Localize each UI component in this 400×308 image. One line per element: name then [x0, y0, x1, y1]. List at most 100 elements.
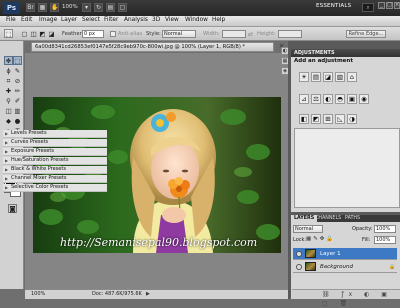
menu-select[interactable]: Select [82, 17, 100, 23]
layer-row-layer-1[interactable]: Layer 1 [293, 248, 397, 260]
refine-edge-button[interactable]: Refine Edge... [346, 30, 386, 38]
menu-window[interactable]: Window [185, 17, 208, 23]
threshold-icon[interactable]: ⊞ [323, 114, 333, 124]
swap-icon[interactable]: ⇄ [248, 31, 253, 38]
menu-layer[interactable]: Layer [61, 17, 77, 23]
clone-stamp-tool-icon[interactable]: ⚲ [4, 96, 13, 105]
watermark-text: http://Semanisepal90.blogspot.com [60, 236, 258, 249]
menu-3d[interactable]: 3D [152, 17, 160, 23]
quick-mask-icon[interactable]: ◙ [8, 204, 17, 213]
status-doc-size: Doc: 487.6K/975.6K [92, 291, 142, 297]
layer-name[interactable]: Layer 1 [320, 248, 341, 260]
workspace-switcher[interactable]: ESSENTIALS [316, 3, 351, 9]
opacity-label: Opacity: [352, 226, 373, 232]
posterize-icon[interactable]: ◩ [311, 114, 321, 124]
selective-color-2-icon[interactable]: ◑ [347, 114, 357, 124]
intersect-selection-icon[interactable]: ◪ [47, 29, 56, 38]
curves-icon[interactable]: ◪ [323, 72, 333, 82]
zoom-dropdown-icon[interactable]: ▾ [82, 3, 91, 12]
brush-tool-icon[interactable]: ✏ [13, 86, 22, 95]
hand-tool-icon[interactable]: ✋ [50, 3, 59, 12]
photo-filter-icon[interactable]: ◓ [335, 94, 345, 104]
screen-mode-icon[interactable]: ▢ [118, 3, 127, 12]
lock-icons[interactable]: ▦✎✥🔒 [306, 236, 335, 242]
channel-mixer-presets-item[interactable]: Channel Mixer Presets [3, 175, 107, 183]
quick-select-tool-icon[interactable]: ✎ [13, 66, 22, 75]
tab-paths[interactable]: PATHS [342, 215, 363, 222]
visibility-eye-icon[interactable] [296, 264, 302, 270]
layer-row-background[interactable]: Background 🔒 [293, 261, 397, 273]
exposure-presets-item[interactable]: Exposure Presets [3, 148, 107, 156]
menu-analysis[interactable]: Analysis [124, 17, 148, 23]
zoom-level[interactable]: 100% [62, 4, 78, 10]
menu-view[interactable]: View [165, 17, 179, 23]
history-brush-tool-icon[interactable]: ✐ [13, 96, 22, 105]
exposure-icon[interactable]: ▧ [335, 72, 345, 82]
lasso-tool-icon[interactable]: ϕ [4, 66, 13, 75]
crop-tool-icon[interactable]: ⌗ [4, 76, 13, 85]
move-tool-icon[interactable]: ✥ [4, 56, 13, 65]
black-white-icon[interactable]: ◐ [323, 94, 333, 104]
visibility-eye-icon[interactable] [296, 251, 302, 257]
black-white-presets-item[interactable]: Black & White Presets [3, 166, 107, 174]
eraser-tool-icon[interactable]: ◫ [4, 106, 13, 115]
dodge-tool-icon[interactable]: ● [13, 116, 22, 125]
subtract-selection-icon[interactable]: ◩ [38, 29, 47, 38]
menu-help[interactable]: Help [212, 17, 225, 23]
status-zoom[interactable]: 100% [31, 291, 45, 297]
layers-footer-buttons[interactable]: ⛓ ƒx ◐ ▣ ▢ 🗑 [292, 289, 400, 307]
document-tab[interactable]: 6a00d8341cd26853ef0147e5f28c9eb970c-800w… [31, 42, 274, 52]
menu-image[interactable]: Image [39, 17, 57, 23]
antialias-checkbox[interactable] [110, 31, 116, 37]
rotate-view-icon[interactable]: ↻ [94, 3, 103, 12]
layer-thumbnail [305, 249, 316, 258]
menu-edit[interactable]: Edit [21, 17, 32, 23]
gradient-tool-icon[interactable]: ▥ [13, 106, 22, 115]
vibrance-icon[interactable]: ⌂ [347, 72, 357, 82]
bridge-icon[interactable]: Br [26, 3, 35, 12]
invert-icon[interactable]: ◧ [299, 114, 309, 124]
layer-thumbnail [305, 262, 316, 271]
height-field[interactable] [278, 30, 302, 38]
eyedropper-tool-icon[interactable]: ⊘ [13, 76, 22, 85]
new-selection-icon[interactable]: ▢ [20, 29, 29, 38]
selective-color-icon[interactable]: ◉ [359, 94, 369, 104]
style-select[interactable]: Normal [162, 30, 196, 38]
tab-channels[interactable]: CHANNELS [312, 215, 344, 222]
blend-mode-select[interactable]: Normal [293, 225, 323, 233]
hue-saturation-icon[interactable]: ⊿ [299, 94, 309, 104]
channel-mixer-icon[interactable]: ▣ [347, 94, 357, 104]
color-balance-icon[interactable]: ⚖ [311, 94, 321, 104]
marquee-tool-icon[interactable]: ⬚ [13, 56, 22, 65]
menu-filter[interactable]: Filter [104, 17, 118, 23]
view-extras-icon[interactable]: ▦ [38, 3, 47, 12]
hue-saturation-presets-item[interactable]: Hue/Saturation Presets [3, 157, 107, 165]
fill-field[interactable]: 100% [374, 236, 396, 244]
layer-name[interactable]: Background [320, 261, 353, 273]
lock-icon: 🔒 [389, 264, 396, 270]
healing-brush-tool-icon[interactable]: ✚ [4, 86, 13, 95]
gradient-map-icon[interactable]: ◺ [335, 114, 345, 124]
width-field[interactable] [222, 30, 246, 38]
opacity-field[interactable]: 100% [374, 225, 396, 233]
feather-field[interactable]: 0 px [82, 30, 104, 38]
add-selection-icon[interactable]: ◫ [29, 29, 38, 38]
blur-tool-icon[interactable]: ◆ [4, 116, 13, 125]
status-bar [25, 289, 288, 299]
minimize-icon[interactable]: _ [378, 2, 385, 9]
antialias-label: Anti-alias [118, 31, 143, 37]
brightness-contrast-icon[interactable]: ☀ [299, 72, 309, 82]
status-menu-icon[interactable]: ▶ [146, 291, 150, 297]
maximize-icon[interactable]: □ [386, 2, 393, 9]
levels-icon[interactable]: ▤ [311, 72, 321, 82]
levels-presets-item[interactable]: Levels Presets [3, 130, 107, 138]
curves-presets-item[interactable]: Curves Presets [3, 139, 107, 147]
arrange-documents-icon[interactable]: ▤ [106, 3, 115, 12]
adjustments-panel-tab[interactable]: ADJUSTMENTS [291, 49, 400, 57]
cs-live-icon[interactable]: ⌕ [362, 3, 374, 12]
options-bar [0, 27, 400, 41]
menu-file[interactable]: File [6, 17, 16, 23]
selective-color-presets-item[interactable]: Selective Color Presets [3, 184, 107, 192]
marquee-preset-icon[interactable]: ⬚ [4, 29, 13, 38]
close-icon[interactable]: × [394, 2, 400, 9]
